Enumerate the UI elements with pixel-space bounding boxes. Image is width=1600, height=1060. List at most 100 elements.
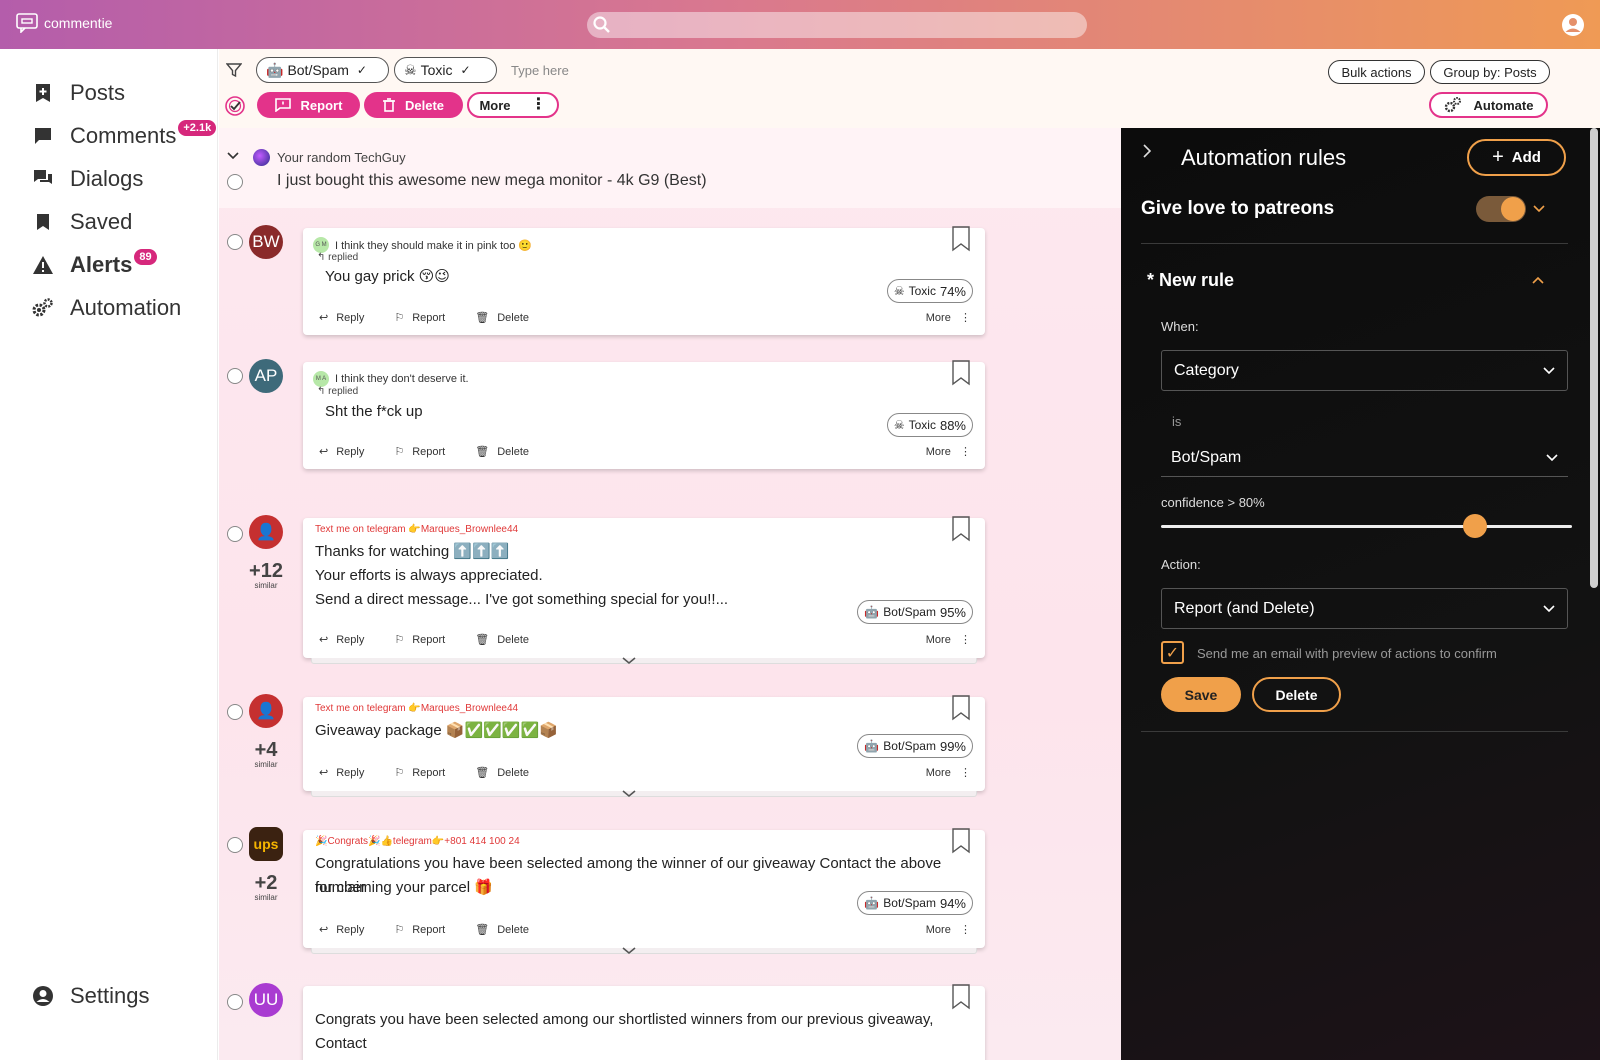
more-button[interactable]: More ⋮ [926,633,971,646]
brand[interactable]: commentie [16,13,112,33]
top-bar: commentie [0,0,1600,49]
confidence-slider[interactable] [1161,514,1572,538]
report-button[interactable]: ⚐ Report [394,633,445,647]
stacked-similar [311,791,977,797]
report-button[interactable]: Report [257,92,360,118]
expand-chevron-icon[interactable] [622,790,636,798]
trash-icon: 🗑 [475,924,490,936]
comment-actions: ↩ Reply ⚐ Report 🗑 Delete [319,633,559,647]
person-icon: 👤 [256,524,276,541]
value-select[interactable]: Bot/Spam [1161,439,1568,477]
reply-button[interactable]: ↩ Reply [319,923,364,937]
sidebar-item-saved[interactable]: Saved [30,209,132,235]
delete-rule-button[interactable]: Delete [1252,677,1341,712]
reply-button[interactable]: ↩ Reply [319,311,364,325]
email-preview-checkbox[interactable]: ✓ [1161,641,1184,664]
delete-button[interactable]: 🗑 Delete [475,923,529,937]
comment-select-radio[interactable] [227,704,243,720]
replied-label: ↰ replied [317,252,359,263]
group-by-button[interactable]: Group by: Posts [1430,60,1550,84]
more-button[interactable]: More ⋮ [926,923,971,936]
sidebar-item-settings[interactable]: Settings [30,983,150,1009]
comment-text: Send a direct message... I've got someth… [315,591,729,608]
more-button[interactable]: More ⋮ [467,92,559,118]
sidebar-item-dialogs[interactable]: Dialogs [30,166,143,192]
avatar: 👤 [249,515,283,549]
filter-type-input[interactable]: Type here [511,63,569,78]
automation-panel: Automation rules + Add Give love to patr… [1121,128,1600,1060]
kebab-icon: ⋮ [960,924,971,936]
comment-select-radio[interactable] [227,234,243,250]
more-button[interactable]: More ⋮ [926,445,971,458]
collapse-chevron-icon[interactable] [227,152,239,160]
delete-button[interactable]: Delete [364,92,463,118]
trash-icon: 🗑 [475,312,490,324]
slider-thumb[interactable] [1463,514,1487,538]
bulk-actions-button[interactable]: Bulk actions [1328,60,1425,84]
collapse-rule-chevron-icon[interactable] [1532,276,1544,284]
action-select[interactable]: Report (and Delete) [1161,588,1568,629]
gears-icon [30,295,56,321]
delete-button[interactable]: 🗑 Delete [475,766,529,780]
post-author: Your random TechGuy [277,150,406,165]
reply-button[interactable]: ↩ Reply [319,633,364,647]
scrollbar[interactable] [1590,128,1598,588]
delete-button[interactable]: 🗑 Delete [475,445,529,459]
alerts-badge: 89 [134,249,157,265]
is-label: is [1172,414,1182,429]
sidebar-item-automation[interactable]: Automation [30,295,181,321]
sidebar-item-posts[interactable]: Posts [30,80,125,106]
bookmark-icon[interactable] [951,828,971,854]
report-button[interactable]: ⚐ Report [394,311,445,325]
bookmark-icon[interactable] [951,226,971,252]
bookmark-icon[interactable] [951,516,971,542]
reply-button[interactable]: ↩ Reply [319,766,364,780]
filter-chip-toxic[interactable]: ☠ Toxic ✓ [394,57,497,83]
more-button[interactable]: More ⋮ [926,311,971,324]
bookmark-icon[interactable] [951,695,971,721]
robot-icon: 🤖 [266,61,284,78]
comment-select-radio[interactable] [227,994,243,1010]
comment-select-radio[interactable] [227,526,243,542]
account-icon [30,983,56,1009]
chat-logo-icon [16,13,38,33]
report-icon: ⚐ [394,634,405,646]
add-rule-button[interactable]: + Add [1467,139,1566,176]
select-all-icon[interactable] [225,96,245,116]
more-button[interactable]: More ⋮ [926,766,971,779]
report-button[interactable]: ⚐ Report [394,766,445,780]
comment-select-radio[interactable] [227,368,243,384]
bookmark-icon[interactable] [951,360,971,386]
rule-toggle[interactable] [1476,196,1526,222]
toxic-badge: ☠ Toxic 88% [886,413,973,437]
plus-icon: + [1492,146,1504,168]
save-button[interactable]: Save [1161,677,1241,712]
comment-select-radio[interactable] [227,837,243,853]
sidebar: Posts Comments +2.1k Dialogs Saved Alert… [0,49,218,1060]
delete-button[interactable]: 🗑 Delete [475,311,529,325]
user-avatar-icon[interactable] [1561,13,1585,42]
report-button[interactable]: ⚐ Report [394,445,445,459]
collapse-panel-chevron-icon[interactable] [1143,144,1151,158]
report-button[interactable]: ⚐ Report [394,923,445,937]
expand-chevron-icon[interactable] [622,657,636,665]
new-rule-title: * New rule [1147,270,1235,290]
sidebar-item-comments[interactable]: Comments +2.1k [30,120,217,149]
reply-button[interactable]: ↩ Reply [319,445,364,459]
expand-rule-chevron-icon[interactable] [1533,205,1545,213]
filter-icon[interactable] [226,62,242,78]
sidebar-item-alerts[interactable]: Alerts 89 [30,249,157,278]
filter-chip-bot-spam[interactable]: 🤖 Bot/Spam ✓ [256,57,389,83]
comment-card: 🎉Congrats🎉👍telegram👉+801 414 100 24 Cong… [303,828,985,948]
search-input[interactable] [587,12,1087,38]
reply-icon: ↩ [319,446,329,458]
post-select-radio[interactable] [227,174,243,190]
comment-card: Congrats you have been selected among ou… [303,984,985,1060]
automate-button[interactable]: Automate [1429,92,1548,118]
delete-button[interactable]: 🗑 Delete [475,633,529,647]
comment-card: G MI think they should make it in pink t… [303,226,985,335]
bookmark-icon[interactable] [951,984,971,1010]
check-icon: ✓ [460,63,471,77]
category-select[interactable]: Category [1161,350,1568,391]
expand-chevron-icon[interactable] [622,947,636,955]
